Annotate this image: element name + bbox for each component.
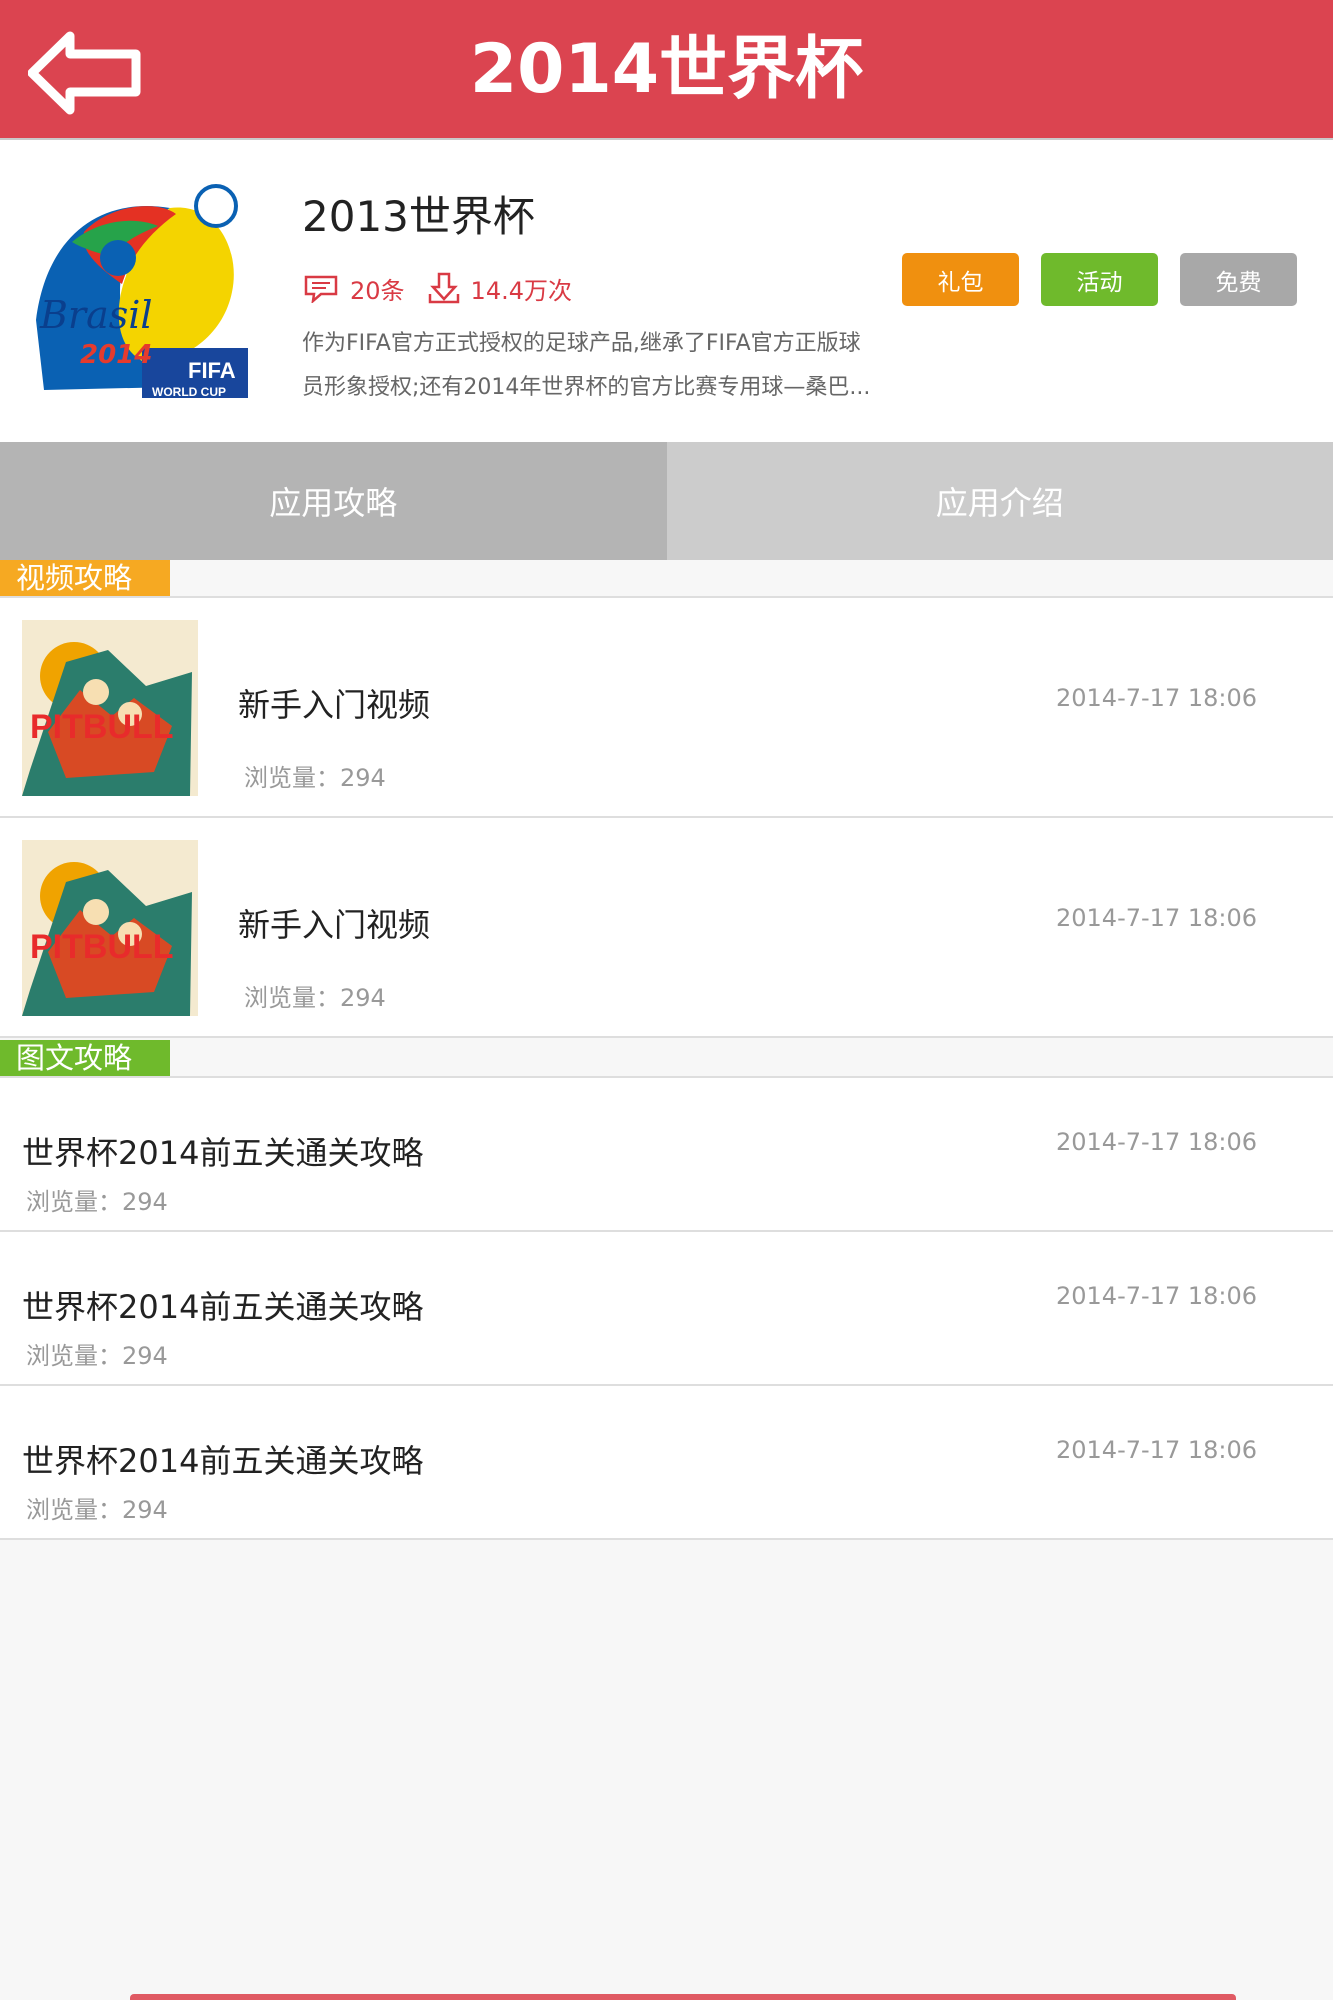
publish-date: 2014-7-17 18:06 (1056, 1282, 1257, 1310)
app-meta: 20条 14.4万次 (302, 270, 594, 306)
event-tag[interactable]: 活动 (1041, 253, 1158, 306)
article-title: 世界杯2014前五关通关攻略 (22, 1288, 424, 1326)
view-count: 浏览量：294 (26, 1188, 168, 1216)
tab-bar: 应用攻略 应用介绍 (0, 442, 1333, 560)
gift-tag[interactable]: 礼包 (902, 253, 1019, 306)
app-description: 作为FIFA官方正式授权的足球产品,继承了FIFA官方正版球 员形象授权;还有2… (302, 322, 962, 410)
video-thumbnail: PITBULL (22, 620, 198, 796)
article-item[interactable]: 世界杯2014前五关通关攻略 浏览量：294 2014-7-17 18:06 (0, 1386, 1333, 1540)
svg-text:FIFA: FIFA (188, 358, 236, 383)
tab-app-intro[interactable]: 应用介绍 (666, 442, 1333, 560)
article-item[interactable]: 世界杯2014前五关通关攻略 浏览量：294 2014-7-17 18:06 (0, 1078, 1333, 1232)
comment-count: 20条 (350, 276, 405, 305)
description-line: 作为FIFA官方正式授权的足球产品,继承了FIFA官方正版球 (302, 331, 861, 356)
comment-icon (304, 275, 338, 303)
publish-date: 2014-7-17 18:06 (1056, 904, 1257, 932)
app-name: 2013世界杯 (302, 192, 535, 241)
video-section-label: 视频攻略 (0, 560, 170, 596)
tag-list: 礼包 活动 免费 (902, 253, 1297, 306)
download-icon (428, 272, 459, 304)
view-count: 浏览量：294 (26, 1342, 168, 1370)
video-title: 新手入门视频 (238, 686, 431, 724)
page-title: 2014世界杯 (469, 30, 864, 109)
view-count: 浏览量：294 (244, 984, 386, 1012)
article-title: 世界杯2014前五关通关攻略 (22, 1134, 424, 1172)
svg-text:WORLD CUP: WORLD CUP (152, 385, 226, 399)
free-tag[interactable]: 免费 (1180, 253, 1297, 306)
publish-date: 2014-7-17 18:06 (1056, 1128, 1257, 1156)
article-section-label: 图文攻略 (0, 1040, 170, 1076)
video-item[interactable]: PITBULL 新手入门视频 浏览量：294 2014-7-17 18:06 (0, 818, 1333, 1038)
top-bar: 2014世界杯 (0, 0, 1333, 140)
view-count: 浏览量：294 (26, 1496, 168, 1524)
article-item[interactable]: 世界杯2014前五关通关攻略 浏览量：294 2014-7-17 18:06 (0, 1232, 1333, 1386)
publish-date: 2014-7-17 18:06 (1056, 1436, 1257, 1464)
bottom-bar[interactable] (130, 1994, 1236, 2000)
description-line: 员形象授权;还有2014年世界杯的官方比赛专用球—桑巴... (302, 375, 871, 400)
svg-text:Brasil: Brasil (39, 293, 153, 337)
app-summary-card: Brasil 2014 FIFA WORLD CUP 2013世界杯 20条 1… (0, 140, 1333, 442)
download-count: 14.4万次 (470, 276, 572, 305)
publish-date: 2014-7-17 18:06 (1056, 684, 1257, 712)
tab-app-guide[interactable]: 应用攻略 (0, 442, 667, 560)
thumbnail-text: PITBULL (30, 708, 174, 746)
article-title: 世界杯2014前五关通关攻略 (22, 1442, 424, 1480)
app-icon[interactable]: Brasil 2014 FIFA WORLD CUP (26, 180, 256, 405)
thumbnail-text: PITBULL (30, 928, 174, 966)
video-item[interactable]: PITBULL 新手入门视频 浏览量：294 2014-7-17 18:06 (0, 598, 1333, 818)
video-thumbnail: PITBULL (22, 840, 198, 1016)
video-title: 新手入门视频 (238, 906, 431, 944)
view-count: 浏览量：294 (244, 764, 386, 792)
svg-text:2014: 2014 (80, 340, 152, 370)
